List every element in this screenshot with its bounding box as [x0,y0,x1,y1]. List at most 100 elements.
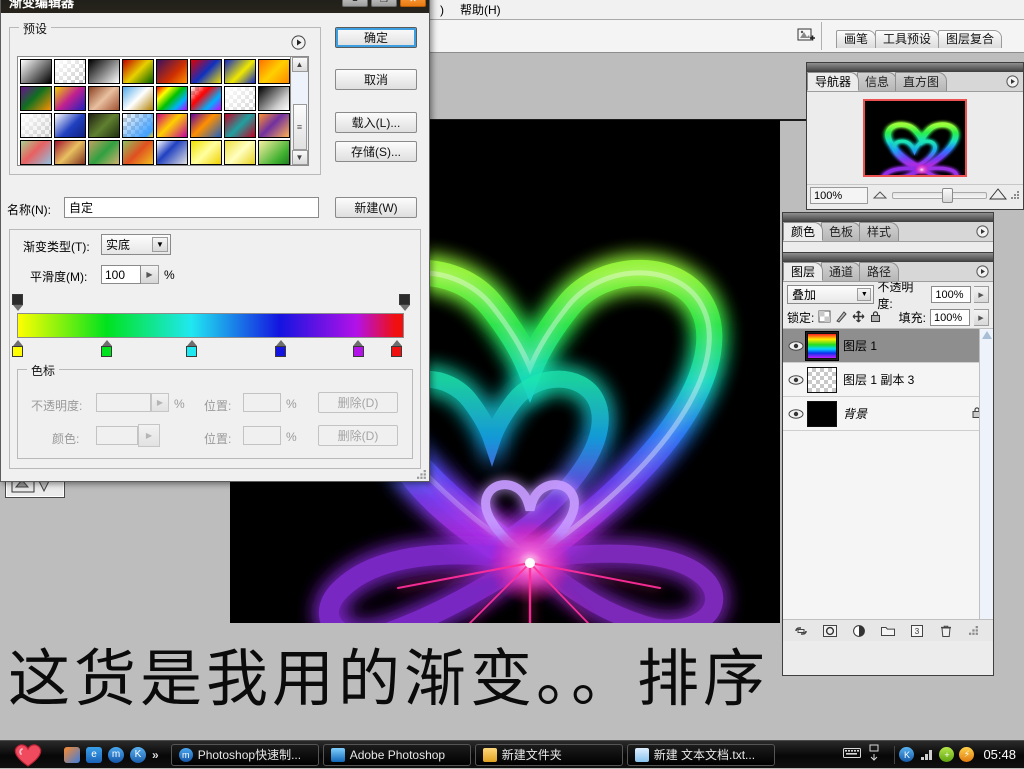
table-row[interactable]: 背景 [783,397,993,431]
show-desktop-icon[interactable] [64,746,80,763]
tab-color[interactable]: 颜色 [783,222,824,241]
start-button[interactable] [0,741,56,769]
lock-position-icon[interactable] [852,310,865,326]
adjustment-layer-icon[interactable] [851,623,867,639]
color-stop-magenta[interactable] [352,340,365,358]
preset-swatch[interactable] [122,140,154,165]
menu-item-help[interactable]: 帮助(H) [452,0,509,19]
dialog-resize-grip-icon[interactable] [417,469,427,479]
preset-swatch[interactable] [20,86,52,111]
preset-swatch[interactable] [54,113,86,138]
dialog-title-bar[interactable]: 渐变编辑器 – ❐ ✕ [1,0,429,13]
preset-swatch[interactable] [156,86,188,111]
color-stop-blue[interactable] [274,340,287,358]
lock-image-pixels-icon[interactable] [835,310,848,326]
color-panel-drag-handle[interactable] [783,213,993,222]
tab-paths[interactable]: 路径 [859,262,900,281]
preset-swatch[interactable] [258,86,290,111]
preset-swatch[interactable] [88,86,120,111]
new-button[interactable]: 新建(W) [335,197,417,218]
panel-menu-icon[interactable] [1006,75,1019,88]
tab-styles[interactable]: 样式 [859,222,900,241]
preset-swatch[interactable] [190,59,222,84]
zoom-in-icon[interactable] [988,188,1008,203]
scroll-up-icon[interactable]: ▲ [291,57,308,72]
clock[interactable]: 05:48 [983,747,1016,762]
scroll-thumb[interactable]: ≡ [292,104,307,150]
preset-swatch[interactable] [122,86,154,111]
panel-menu-icon[interactable] [976,225,989,238]
eye-icon[interactable] [785,369,807,391]
preset-swatch[interactable] [224,140,256,165]
preset-swatch[interactable] [88,113,120,138]
maximize-button[interactable]: ❐ [371,0,397,7]
fill-stepper[interactable]: ▶ [974,309,989,326]
cancel-button[interactable]: 取消 [335,69,417,90]
gradient-name-input[interactable]: 自定 [64,197,319,218]
gradient-ramp[interactable] [17,313,404,338]
keyboard-icon[interactable] [843,747,862,762]
opacity-stepper[interactable]: ▶ [974,286,989,303]
network-icon[interactable] [919,747,934,762]
gradient-editor-dialog[interactable]: 渐变编辑器 – ❐ ✕ 预设 ▲ ≡ ▼ [0,0,430,482]
well-tab-tool-presets[interactable]: 工具预设 [875,30,940,48]
well-tab-brushes[interactable]: 画笔 [836,30,877,48]
new-layer-icon[interactable]: 3 [909,623,925,639]
link-layers-icon[interactable] [793,623,809,639]
load-button[interactable]: 载入(L)... [335,112,417,133]
taskbar-item[interactable]: 新建文件夹 [474,743,623,766]
preset-swatch[interactable] [156,59,188,84]
resize-grip-icon[interactable] [966,623,982,639]
preset-swatch[interactable] [156,140,188,165]
ie-icon[interactable]: e [86,746,102,763]
layer-name[interactable]: 图层 1 副本 3 [843,371,914,388]
save-button[interactable]: 存储(S)... [335,141,417,162]
panel-drag-handle[interactable] [807,63,1023,72]
tab-navigator[interactable]: 导航器 [807,72,860,91]
blend-mode-select[interactable]: 叠加 ▼ [787,285,875,304]
layers-panel-drag-handle[interactable] [783,253,993,262]
fill-field[interactable]: 100% [930,309,970,326]
navigator-zoom-slider[interactable] [872,187,1008,204]
preset-swatch[interactable] [258,113,290,138]
tab-layers[interactable]: 图层 [783,262,824,281]
preset-swatch[interactable] [20,113,52,138]
taskbar-item[interactable]: Adobe Photoshop [322,743,471,766]
preset-swatch[interactable] [258,59,290,84]
smoothness-stepper[interactable]: ▶ [141,265,159,284]
well-tab-layer-comps[interactable]: 图层复合 [938,30,1003,48]
presets-scrollbar[interactable]: ▲ ≡ ▼ [290,57,308,165]
new-group-icon[interactable] [880,623,896,639]
presets-listbox[interactable]: ▲ ≡ ▼ [17,56,309,166]
preset-swatch[interactable] [20,59,52,84]
tab-channels[interactable]: 通道 [821,262,862,281]
layer-name[interactable]: 图层 1 [843,337,877,354]
slider-knob[interactable] [942,188,954,203]
color-stop-red[interactable] [390,340,403,358]
table-row[interactable]: 图层 1 [783,329,993,363]
preset-swatch[interactable] [224,113,256,138]
preset-swatch[interactable] [190,113,222,138]
chevron-down-icon[interactable]: ▼ [152,237,168,252]
preset-swatch[interactable] [156,113,188,138]
table-row[interactable]: 图层 1 副本 3 [783,363,993,397]
zoom-out-icon[interactable] [872,189,888,203]
ime-options-icon[interactable] [868,744,880,765]
antivirus-icon[interactable]: + [939,747,955,762]
preset-swatch[interactable] [54,86,86,111]
preset-swatch-grid[interactable] [18,57,290,165]
navigator-thumbnail[interactable] [863,99,967,177]
lock-all-icon[interactable] [869,310,882,326]
chevron-down-icon[interactable]: ▼ [857,288,872,301]
layer-thumbnail[interactable] [807,400,837,427]
panel-menu-icon[interactable] [976,265,989,278]
delete-layer-icon[interactable] [938,623,954,639]
layer-name[interactable]: 背景 [843,405,867,422]
tab-info[interactable]: 信息 [857,72,898,91]
color-stop-green[interactable] [100,340,113,358]
smoothness-input[interactable]: 100 [101,265,141,284]
taskbar-item[interactable]: 新建 文本文档.txt... [626,743,775,766]
preset-swatch[interactable] [122,113,154,138]
layer-list-scrollbar[interactable] [979,329,993,619]
layer-style-icon[interactable] [822,623,838,639]
